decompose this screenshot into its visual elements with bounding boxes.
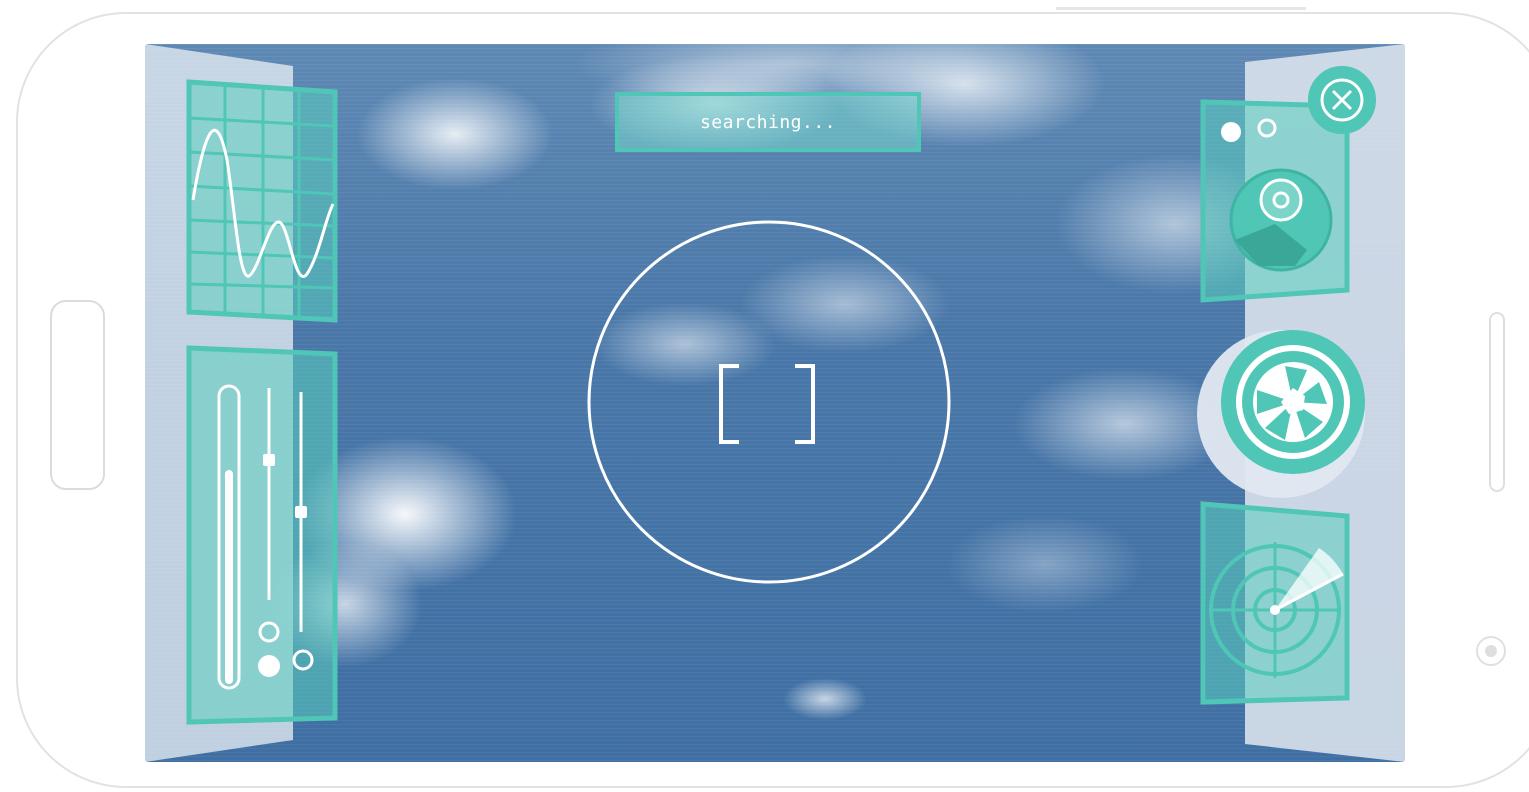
- waveform-graph-icon[interactable]: [185, 79, 341, 324]
- close-button[interactable]: [1308, 66, 1376, 134]
- radar-icon[interactable]: [1199, 501, 1351, 708]
- close-icon: [1319, 77, 1365, 123]
- search-status-bar: searching...: [615, 92, 921, 152]
- device-top-edge: [1056, 7, 1306, 10]
- side-camera-dot: [1476, 636, 1506, 666]
- device-stage: searching...: [0, 0, 1529, 792]
- focus-bracket-icon: [719, 364, 815, 446]
- camera-viewfinder: searching...: [145, 44, 1405, 762]
- side-speaker-slot: [1489, 312, 1505, 492]
- search-status-label: searching...: [699, 111, 837, 133]
- slider-controls-icon[interactable]: [185, 345, 341, 726]
- home-button[interactable]: [50, 300, 105, 490]
- camera-shutter-icon: [1233, 342, 1353, 462]
- focus-ring[interactable]: [585, 218, 953, 586]
- shutter-button[interactable]: [1221, 330, 1365, 474]
